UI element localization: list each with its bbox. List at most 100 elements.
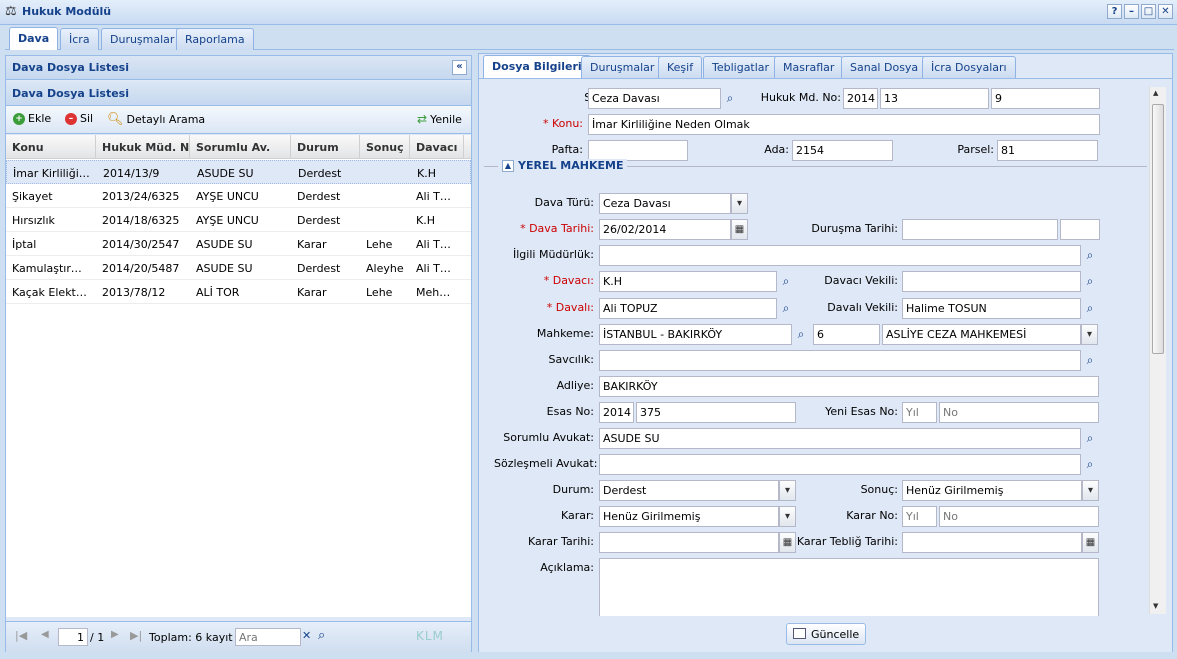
sorumlu-avukat-field[interactable]: ASUDE SU	[599, 428, 1081, 449]
calendar-icon[interactable]: ▦	[731, 219, 748, 240]
karar-select[interactable]: Henüz Girilmemiş	[599, 506, 779, 527]
konu-field[interactable]: İmar Kirliliğine Neden Olmak	[588, 114, 1100, 135]
detailed-search-button[interactable]: 🔍︎ Detaylı Arama	[107, 112, 205, 127]
chevron-down-icon[interactable]: ▾	[1082, 480, 1099, 501]
collapse-toggle-icon[interactable]: ▲	[502, 159, 514, 172]
sdp-field[interactable]: Ceza Davası	[588, 88, 721, 109]
table-row[interactable]: İptal 2014/30/2547 ASUDE SU Karar Lehe Ali TO…	[6, 232, 471, 256]
durusma-tarihi-field[interactable]	[902, 219, 1058, 240]
sozlesmeli-avukat-field[interactable]	[599, 454, 1081, 475]
tab-durusmalar[interactable]: Duruşmalar	[101, 28, 184, 50]
durusma-saat-field[interactable]	[1060, 219, 1100, 240]
table-row[interactable]: Kamulaştırma... 2014/20/5487 ASUDE SU Derde…	[6, 256, 471, 280]
magnifier-icon: 🔍︎	[107, 112, 124, 127]
davali-vekili-field[interactable]: Halime TOSUN	[902, 298, 1081, 319]
dava-turu-select[interactable]: Ceza Davası	[599, 193, 731, 214]
form-scrollbar[interactable]: ▲ ▼	[1149, 87, 1166, 614]
table-row[interactable]: Şikayet 2013/24/6325 AYŞE UNCU Derdest Ali T…	[6, 184, 471, 208]
prev-page-icon[interactable]: ◀	[41, 629, 49, 640]
mahkeme-no-field[interactable]: 6	[813, 324, 880, 345]
karar-no-field[interactable]: No	[939, 506, 1099, 527]
esas-no-field[interactable]: 375	[636, 402, 796, 423]
last-page-icon[interactable]: ▶|	[130, 629, 142, 642]
refresh-button[interactable]: ⇄ Yenile	[417, 112, 462, 126]
ada-field[interactable]: 2154	[792, 140, 893, 161]
scroll-up-icon[interactable]: ▲	[1153, 89, 1158, 97]
yeni-esas-no-field[interactable]: No	[939, 402, 1099, 423]
esas-year-field[interactable]: 2014	[599, 402, 634, 423]
scrollbar-thumb[interactable]	[1152, 104, 1164, 354]
maximize-icon[interactable]: □	[1141, 4, 1156, 19]
table-row[interactable]: Kaçak Elektrik 3 2013/78/12 ALİ TOR Karar Le…	[6, 280, 471, 304]
calendar-icon[interactable]: ▦	[1082, 532, 1099, 553]
davaci-field[interactable]: K.H	[599, 271, 777, 292]
durum-select[interactable]: Derdest	[599, 480, 779, 501]
help-icon[interactable]: ?	[1107, 4, 1122, 19]
davaci-vekili-field[interactable]	[902, 271, 1081, 292]
tab-icra[interactable]: İcra	[60, 28, 99, 50]
karar-tarihi-field[interactable]	[599, 532, 779, 553]
column-header[interactable]: Sorumlu Av.	[190, 135, 291, 159]
clear-icon[interactable]: ✕	[302, 629, 311, 642]
column-header[interactable]: Konu	[6, 135, 96, 159]
adliye-field[interactable]: BAKIRKÖY	[599, 376, 1099, 397]
tab-raporlama[interactable]: Raporlama	[176, 28, 254, 50]
parsel-field[interactable]: 81	[997, 140, 1098, 161]
tab-dava[interactable]: Dava	[9, 27, 59, 50]
delete-button[interactable]: – Sil	[65, 112, 93, 125]
tab-dosya-bilgileri[interactable]: Dosya Bilgileri	[483, 55, 591, 78]
minimize-icon[interactable]: –	[1124, 4, 1139, 19]
search-icon[interactable]: ⌕	[318, 628, 325, 643]
column-header[interactable]: Sonuç	[360, 135, 410, 159]
column-header[interactable]: Hukuk Müd. No	[96, 135, 190, 159]
davali-field[interactable]: Ali TOPUZ	[599, 298, 777, 319]
search-icon[interactable]: ⌕	[1081, 298, 1099, 319]
tab-masraflar[interactable]: Masraflar	[774, 56, 844, 78]
update-button[interactable]: Güncelle	[786, 623, 867, 645]
mahkeme-tur-select[interactable]: ASLİYE CEZA MAHKEMESİ	[882, 324, 1081, 345]
next-page-icon[interactable]: ▶	[111, 629, 119, 640]
table-row[interactable]: İmar Kirliliğine... 2014/13/9 ASUDE SU Derd…	[6, 160, 471, 184]
tab-kesif[interactable]: Keşif	[658, 56, 703, 78]
search-icon[interactable]: ⌕	[1081, 271, 1099, 292]
chevron-down-icon[interactable]: ▾	[1081, 324, 1098, 345]
table-cell: ASUDE SU	[196, 262, 253, 275]
page-input[interactable]: 1	[58, 628, 88, 646]
add-button[interactable]: + Ekle	[13, 112, 51, 125]
tab-icra-dosyalari[interactable]: İcra Dosyaları	[922, 56, 1016, 78]
search-icon[interactable]: ⌕	[792, 324, 810, 345]
close-icon[interactable]: ✕	[1158, 4, 1173, 19]
column-header[interactable]: Davacı	[410, 135, 464, 159]
pafta-field[interactable]	[588, 140, 688, 161]
dava-tarihi-field[interactable]: 26/02/2014	[599, 219, 731, 240]
table-cell: 2014/30/2547	[102, 238, 180, 251]
karar-teblig-tarihi-field[interactable]	[902, 532, 1082, 553]
page-count: / 1	[90, 631, 105, 644]
scroll-down-icon[interactable]: ▼	[1153, 602, 1158, 610]
fieldset-legend[interactable]: ▲ YEREL MAHKEME	[498, 159, 628, 172]
search-icon[interactable]: ⌕	[1081, 454, 1099, 475]
hukuk-no-field[interactable]: 13	[880, 88, 989, 109]
chevron-down-icon[interactable]: ▾	[731, 193, 748, 214]
aciklama-textarea[interactable]	[599, 558, 1099, 616]
savcilik-field[interactable]	[599, 350, 1081, 371]
yeni-esas-year-field[interactable]: Yıl	[902, 402, 937, 423]
tab-sanal-dosya[interactable]: Sanal Dosya	[841, 56, 928, 78]
table-row[interactable]: Hırsızlık 2014/18/6325 AYŞE UNCU Derdest K.H	[6, 208, 471, 232]
mahkeme-field[interactable]: İSTANBUL - BAKIRKÖY	[599, 324, 792, 345]
first-page-icon[interactable]: |◀	[15, 629, 27, 642]
karar-no-year-field[interactable]: Yıl	[902, 506, 937, 527]
hukuk-year-field[interactable]: 2014	[843, 88, 878, 109]
collapse-icon[interactable]: «	[452, 60, 467, 75]
column-header[interactable]: Durum	[291, 135, 360, 159]
hukuk-sub-field[interactable]: 9	[991, 88, 1100, 109]
tab-durusmalar-detail[interactable]: Duruşmalar	[581, 56, 664, 78]
search-icon[interactable]: ⌕	[1081, 350, 1099, 371]
grid-search-input[interactable]: Ara	[235, 628, 301, 646]
ilgili-mudurluk-label: İlgili Müdürlük:	[513, 248, 594, 261]
tab-tebligatlar[interactable]: Tebligatlar	[703, 56, 779, 78]
search-icon[interactable]: ⌕	[1081, 245, 1099, 266]
sonuc-select[interactable]: Henüz Girilmemiş	[902, 480, 1082, 501]
search-icon[interactable]: ⌕	[1081, 428, 1099, 449]
ilgili-mudurluk-field[interactable]	[599, 245, 1081, 266]
